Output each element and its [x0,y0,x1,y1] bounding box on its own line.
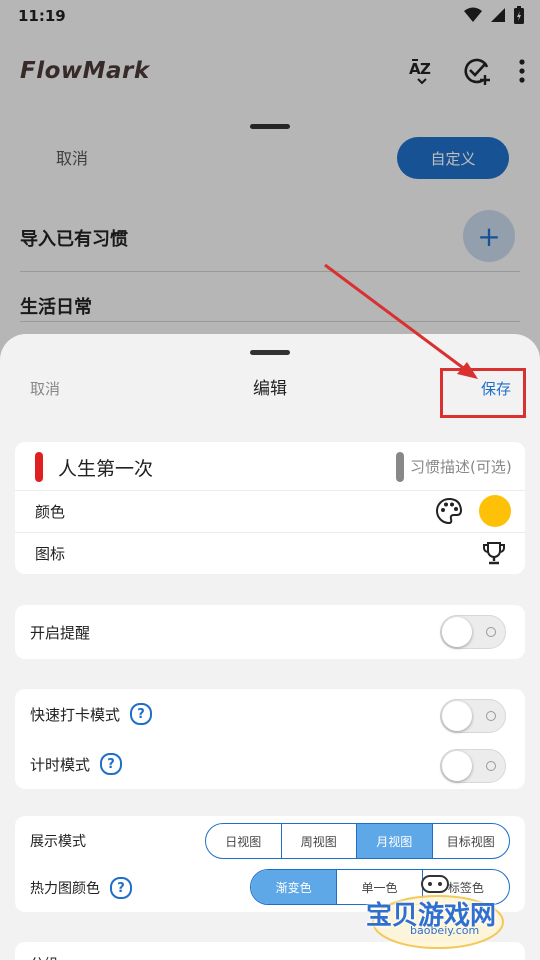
reminder-label: 开启提醒 [30,623,91,642]
habit-color-bar [35,452,43,482]
display-mode-segmented: 日视图 周视图 月视图 目标视图 [205,823,510,859]
icon-row[interactable]: 图标 [15,532,525,574]
sheet-handle[interactable] [250,350,290,355]
quick-checkin-label: 快速打卡模式 [30,705,121,724]
watermark-url: baobeiy.com [410,924,480,937]
heatmap-help-icon[interactable]: ? [110,877,132,899]
timer-help-icon[interactable]: ? [100,753,123,775]
color-label: 颜色 [35,502,66,521]
color-swatch[interactable] [479,495,511,527]
quick-checkin-toggle[interactable] [440,699,506,733]
reminder-card: 开启提醒 [15,605,525,659]
icon-label: 图标 [35,544,66,563]
timer-label: 计时模式 [30,755,91,774]
desc-bar [396,452,404,482]
quick-checkin-help-icon[interactable]: ? [130,703,153,725]
reminder-toggle[interactable] [440,615,506,649]
heatmap-gradient[interactable]: 渐变色 [251,870,338,904]
habit-info-card: 人生第一次 习惯描述(可选) 颜色 图标 [15,442,525,574]
save-highlight-box [440,368,526,418]
palette-icon[interactable] [435,497,463,525]
display-mode-week[interactable]: 周视图 [282,824,357,858]
habit-description-input[interactable]: 习惯描述(可选) [410,456,512,477]
color-row[interactable]: 颜色 [15,490,525,532]
display-mode-label: 展示模式 [30,834,86,850]
timer-toggle[interactable] [440,749,506,783]
group-label[interactable]: 分组 [30,954,58,960]
trophy-icon[interactable] [481,540,507,566]
habit-name-input[interactable]: 人生第一次 [58,454,153,481]
display-mode-day[interactable]: 日视图 [206,824,282,858]
display-mode-month[interactable]: 月视图 [357,824,433,858]
heatmap-color-label: 热力图颜色 [30,881,100,897]
edit-sheet: 取消 编辑 保存 人生第一次 习惯描述(可选) 颜色 图标 开启提醒 快速打卡模… [0,334,540,960]
display-mode-goal[interactable]: 目标视图 [433,824,509,858]
mode-card: 快速打卡模式 ? 计时模式 ? [15,689,525,789]
